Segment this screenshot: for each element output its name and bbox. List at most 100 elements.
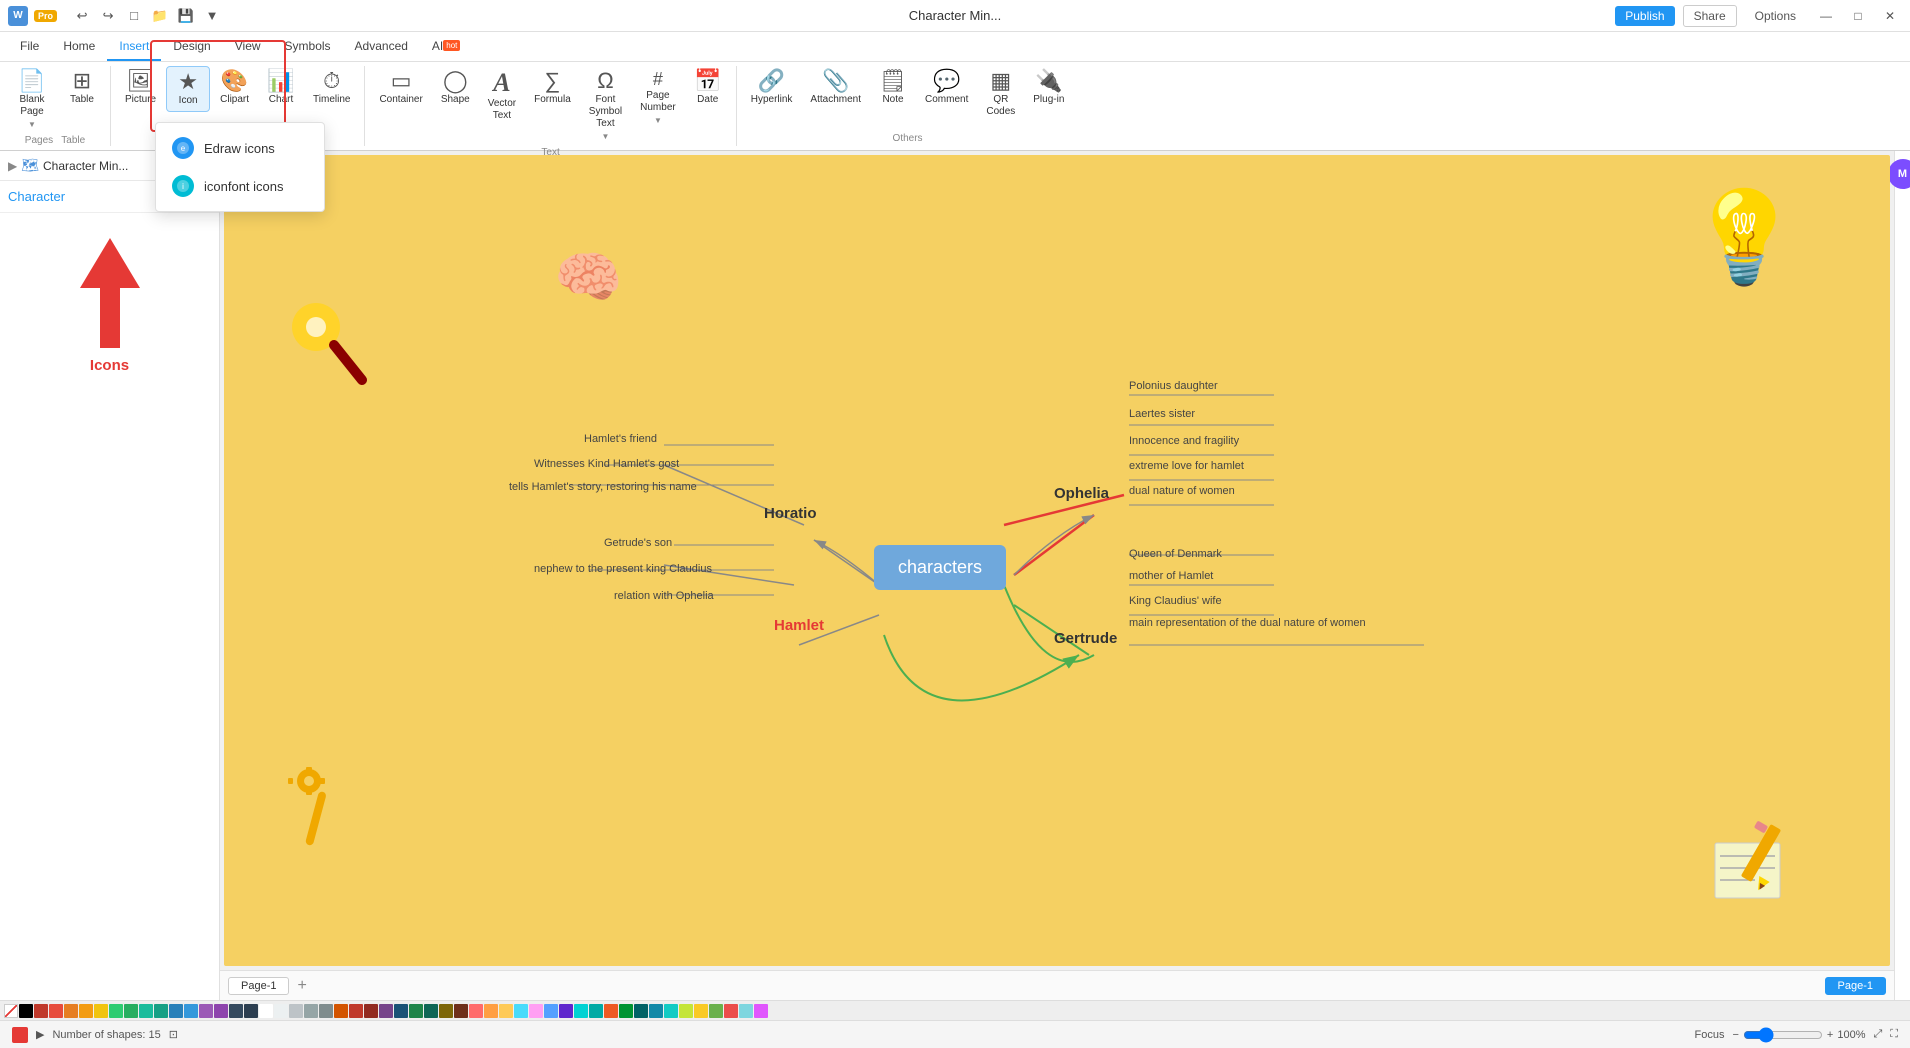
palette-color-#C4E538[interactable] <box>679 1004 693 1018</box>
redo-button[interactable]: ↪ <box>97 5 119 27</box>
save-button[interactable]: 💾 <box>175 5 197 27</box>
icon-button[interactable]: ★ Icon <box>166 66 210 112</box>
palette-color-#e67e22[interactable] <box>64 1004 78 1018</box>
palette-color-#eb4d4b[interactable] <box>724 1004 738 1018</box>
palette-color-#1289A7[interactable] <box>649 1004 663 1018</box>
palette-color-#2ecc71[interactable] <box>109 1004 123 1018</box>
center-node[interactable]: characters <box>874 545 1006 590</box>
palette-color-#ecf0f1[interactable] <box>274 1004 288 1018</box>
palette-color-#f1c40f[interactable] <box>94 1004 108 1018</box>
table-button[interactable]: ⊞ Table <box>60 66 104 110</box>
mind-map-canvas[interactable]: 💡 🧠 <box>224 155 1890 966</box>
page-icon[interactable] <box>12 1027 28 1043</box>
formula-button[interactable]: ∑ Formula <box>526 66 579 110</box>
more-quick-access-button[interactable]: ▼ <box>201 5 223 27</box>
palette-color-#2c3e50[interactable] <box>244 1004 258 1018</box>
chart-button[interactable]: 📊 Chart <box>259 66 303 110</box>
palette-color-#d35400[interactable] <box>334 1004 348 1018</box>
palette-color-#95a5a6[interactable] <box>304 1004 318 1018</box>
minimize-button[interactable]: — <box>1814 4 1838 28</box>
palette-color-#27ae60[interactable] <box>124 1004 138 1018</box>
tab-insert[interactable]: Insert <box>107 32 161 61</box>
tab-symbols[interactable]: Symbols <box>273 32 343 61</box>
page-tab-1-main[interactable]: Page-1 <box>1825 977 1886 995</box>
clipart-button[interactable]: 🎨 Clipart <box>212 66 257 110</box>
palette-color-#01aaa5[interactable] <box>589 1004 603 1018</box>
fit-page-button[interactable]: ⤢ <box>1873 1028 1882 1041</box>
palette-color-#1a5276[interactable] <box>394 1004 408 1018</box>
font-symbol-button[interactable]: Ω FontSymbolText ▼ <box>581 66 630 145</box>
plugin-button[interactable]: 🔌 Plug-in <box>1025 66 1072 110</box>
undo-button[interactable]: ↩ <box>71 5 93 27</box>
tab-home[interactable]: Home <box>51 32 107 61</box>
tab-ai[interactable]: AI hot <box>420 32 472 61</box>
page-indicator[interactable]: ▶ <box>36 1028 44 1041</box>
palette-color-#ee5a24[interactable] <box>604 1004 618 1018</box>
palette-color-#8e44ad[interactable] <box>214 1004 228 1018</box>
share-button[interactable]: Share <box>1683 5 1737 27</box>
zoom-slider[interactable] <box>1743 1027 1823 1043</box>
open-button[interactable]: 📁 <box>149 5 171 27</box>
palette-color-#1abc9c[interactable] <box>139 1004 153 1018</box>
palette-color-#54a0ff[interactable] <box>544 1004 558 1018</box>
palette-color-#feca57[interactable] <box>499 1004 513 1018</box>
palette-color-#7d6608[interactable] <box>439 1004 453 1018</box>
date-button[interactable]: 📅 Date <box>686 66 730 110</box>
palette-color-#e056fd[interactable] <box>754 1004 768 1018</box>
palette-color-#0e6655[interactable] <box>424 1004 438 1018</box>
timeline-button[interactable]: ⏱ Timeline <box>305 66 358 110</box>
palette-color-#6e2f1a[interactable] <box>454 1004 468 1018</box>
blank-page-button[interactable]: 📄 BlankPage ▼ <box>6 66 58 133</box>
palette-color-#1e8449[interactable] <box>409 1004 423 1018</box>
container-button[interactable]: ▭ Container <box>371 66 430 110</box>
tab-file[interactable]: File <box>8 32 51 61</box>
palette-color-#6ab04c[interactable] <box>709 1004 723 1018</box>
palette-color-#34495e[interactable] <box>229 1004 243 1018</box>
palette-color-#76448a[interactable] <box>379 1004 393 1018</box>
palette-color-#00d2d3[interactable] <box>574 1004 588 1018</box>
tab-advanced[interactable]: Advanced <box>343 32 420 61</box>
fullscreen-button[interactable]: ⛶ <box>1890 1028 1898 1041</box>
shape-button[interactable]: ◯ Shape <box>433 66 478 110</box>
palette-color-#F9Ca24[interactable] <box>694 1004 708 1018</box>
palette-color-#c0392b[interactable] <box>349 1004 363 1018</box>
page-number-button[interactable]: # PageNumber ▼ <box>632 66 684 129</box>
palette-color-#16a085[interactable] <box>154 1004 168 1018</box>
palette-color-#12CBC4[interactable] <box>664 1004 678 1018</box>
transparent-color[interactable] <box>4 1004 18 1018</box>
comment-button[interactable]: 💬 Comment <box>917 66 976 110</box>
palette-color-#ff6b6b[interactable] <box>469 1004 483 1018</box>
publish-button[interactable]: Publish <box>1615 6 1674 26</box>
palette-color-#006266[interactable] <box>634 1004 648 1018</box>
vector-text-button[interactable]: A VectorText <box>480 66 524 126</box>
palette-color-#000000[interactable] <box>19 1004 33 1018</box>
new-button[interactable]: □ <box>123 5 145 27</box>
palette-color-#009432[interactable] <box>619 1004 633 1018</box>
close-button[interactable]: ✕ <box>1878 4 1902 28</box>
palette-color-#c0392b[interactable] <box>34 1004 48 1018</box>
palette-color-#922b21[interactable] <box>364 1004 378 1018</box>
options-button[interactable]: Options <box>1745 6 1806 26</box>
palette-color-#7ed6df[interactable] <box>739 1004 753 1018</box>
hyperlink-button[interactable]: 🔗 Hyperlink <box>743 66 801 110</box>
qr-codes-button[interactable]: ▦ QRCodes <box>978 66 1023 122</box>
palette-color-#ff9f43[interactable] <box>484 1004 498 1018</box>
palette-color-#bdc3c7[interactable] <box>289 1004 303 1018</box>
palette-color-#e74c3c[interactable] <box>49 1004 63 1018</box>
palette-color-#9b59b6[interactable] <box>199 1004 213 1018</box>
panel-expand-button[interactable]: ▶ <box>8 159 17 173</box>
restore-button[interactable]: □ <box>1846 4 1870 28</box>
attachment-button[interactable]: 📎 Attachment <box>802 66 869 110</box>
palette-color-#ffffff[interactable] <box>259 1004 273 1018</box>
tab-view[interactable]: View <box>223 32 273 61</box>
picture-button[interactable]: 🖼 Picture <box>117 66 164 110</box>
palette-color-#2980b9[interactable] <box>169 1004 183 1018</box>
palette-color-#ff9ff3[interactable] <box>529 1004 543 1018</box>
note-button[interactable]: 🗒 Note <box>871 66 915 110</box>
page-tab-1-left[interactable]: Page-1 <box>228 977 289 995</box>
zoom-in-button[interactable]: + <box>1827 1029 1833 1041</box>
zoom-out-button[interactable]: − <box>1732 1029 1738 1041</box>
palette-color-#48dbfb[interactable] <box>514 1004 528 1018</box>
edraw-icons-option[interactable]: e Edraw icons <box>156 129 324 167</box>
palette-color-#3498db[interactable] <box>184 1004 198 1018</box>
